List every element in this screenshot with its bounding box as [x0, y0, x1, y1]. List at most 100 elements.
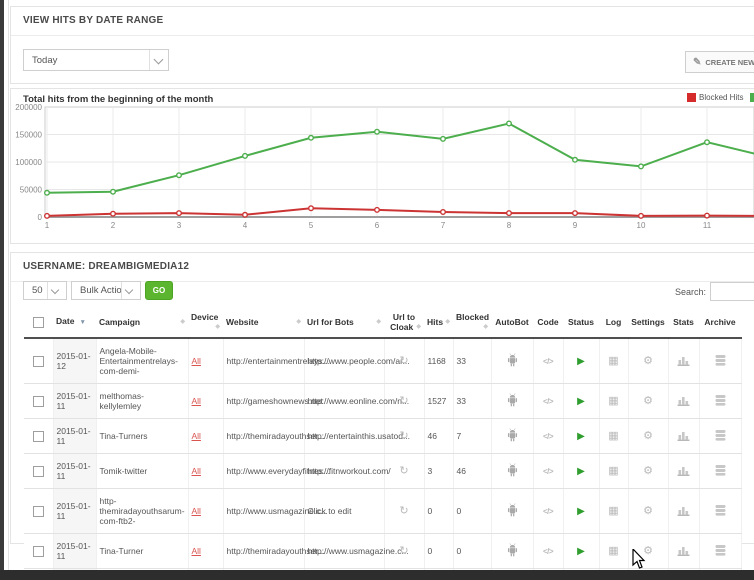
log-icon[interactable]: ▦: [608, 505, 618, 517]
status-play-icon[interactable]: ▶: [577, 506, 585, 517]
cloak-icon[interactable]: ↻: [399, 505, 408, 517]
legend-label: Blocked Hits: [699, 93, 743, 102]
stats-bars-icon[interactable]: [677, 464, 690, 476]
status-play-icon[interactable]: ▶: [577, 396, 585, 407]
column-header-date[interactable]: Date▼: [53, 307, 96, 338]
cloak-icon[interactable]: ↻: [399, 430, 408, 442]
svg-text:50000: 50000: [20, 186, 43, 195]
stats-bars-icon[interactable]: [677, 394, 690, 406]
search-label: Search:: [675, 287, 706, 297]
column-label-website: Website: [226, 317, 258, 327]
archive-stack-icon[interactable]: [714, 394, 727, 406]
settings-gear-icon[interactable]: ⚙: [643, 355, 653, 367]
code-icon[interactable]: </>: [543, 507, 553, 516]
row-checkbox[interactable]: [33, 431, 44, 442]
sort-icon: ◆: [215, 322, 220, 332]
stats-bars-icon[interactable]: [677, 354, 690, 366]
device-link[interactable]: All: [192, 356, 201, 366]
svg-text:1: 1: [45, 221, 50, 230]
column-header-cloak[interactable]: Url to Cloak◆: [384, 307, 424, 338]
table-header-row: Date▼Campaign◆Device◆Website◆Url for Bot…: [24, 307, 741, 338]
stats-bars-icon[interactable]: [677, 504, 690, 516]
row-url-for-bots[interactable]: Click to edit: [308, 506, 352, 516]
autobot-android-icon[interactable]: [506, 463, 519, 477]
code-icon[interactable]: </>: [543, 467, 553, 476]
archive-stack-icon[interactable]: [714, 429, 727, 441]
select-all-checkbox[interactable]: [33, 317, 44, 328]
status-play-icon[interactable]: ▶: [577, 546, 585, 557]
status-play-icon[interactable]: ▶: [577, 356, 585, 367]
code-icon[interactable]: </>: [543, 397, 553, 406]
go-button[interactable]: GO: [145, 281, 173, 300]
pencil-icon: ✎: [693, 57, 701, 68]
settings-gear-icon[interactable]: ⚙: [643, 395, 653, 407]
column-label-blocked: Blocked: [456, 312, 489, 322]
archive-stack-icon[interactable]: [714, 504, 727, 516]
chart-legend: Blocked HitsValid Hits: [687, 93, 754, 102]
log-icon[interactable]: ▦: [608, 430, 618, 442]
window-left-edge: [0, 0, 4, 580]
column-header-device[interactable]: Device◆: [188, 307, 223, 338]
cloak-icon[interactable]: ↻: [399, 395, 408, 407]
column-header-hits[interactable]: Hits◆: [424, 307, 453, 338]
device-link[interactable]: All: [192, 431, 201, 441]
archive-stack-icon[interactable]: [714, 464, 727, 476]
autobot-android-icon[interactable]: [506, 428, 519, 442]
column-header-stats: Stats: [668, 307, 699, 338]
row-url-for-bots: http://entertainthis.usatod...: [308, 431, 411, 441]
campaign-dashboard: VIEW HITS BY DATE RANGE Today ✎ CREATE N…: [0, 0, 754, 580]
cloak-icon[interactable]: ↻: [399, 355, 408, 367]
device-link[interactable]: All: [192, 506, 201, 516]
mouse-cursor: [632, 549, 647, 570]
log-icon[interactable]: ▦: [608, 395, 618, 407]
device-link[interactable]: All: [192, 396, 201, 406]
cloak-icon[interactable]: ↻: [399, 545, 408, 557]
search-input[interactable]: [710, 282, 754, 301]
bulk-actions-select[interactable]: Bulk Actions: [71, 281, 141, 300]
stats-bars-icon[interactable]: [677, 429, 690, 441]
column-label-stats: Stats: [673, 317, 694, 327]
create-new-campaign-button[interactable]: ✎ CREATE NEW CAMPAIGN: [685, 51, 754, 73]
code-icon[interactable]: </>: [543, 432, 553, 441]
date-range-panel: VIEW HITS BY DATE RANGE Today ✎ CREATE N…: [10, 6, 754, 84]
column-header-url_for_bots[interactable]: Url for Bots◆: [304, 307, 384, 338]
autobot-android-icon[interactable]: [506, 393, 519, 407]
status-play-icon[interactable]: ▶: [577, 466, 585, 477]
settings-gear-icon[interactable]: ⚙: [643, 430, 653, 442]
column-label-device: Device: [191, 312, 218, 322]
svg-text:100000: 100000: [15, 158, 42, 167]
log-icon[interactable]: ▦: [608, 545, 618, 557]
row-checkbox[interactable]: [33, 396, 44, 407]
status-play-icon[interactable]: ▶: [577, 431, 585, 442]
autobot-android-icon[interactable]: [506, 353, 519, 367]
archive-stack-icon[interactable]: [714, 544, 727, 556]
row-checkbox[interactable]: [33, 356, 44, 367]
sort-icon: ◆: [180, 317, 185, 327]
sort-icon: ◆: [376, 317, 381, 327]
column-header-campaign[interactable]: Campaign◆: [96, 307, 188, 338]
archive-stack-icon[interactable]: [714, 354, 727, 366]
row-checkbox[interactable]: [33, 506, 44, 517]
row-checkbox[interactable]: [33, 546, 44, 557]
code-icon[interactable]: </>: [543, 547, 553, 556]
device-link[interactable]: All: [192, 466, 201, 476]
svg-text:8: 8: [507, 221, 512, 230]
autobot-android-icon[interactable]: [506, 503, 519, 517]
column-header-blocked[interactable]: Blocked◆: [453, 307, 491, 338]
column-label-archive: Archive: [704, 317, 735, 327]
code-icon[interactable]: </>: [543, 357, 553, 366]
log-icon[interactable]: ▦: [608, 355, 618, 367]
page-size-select[interactable]: 50: [23, 281, 67, 300]
settings-gear-icon[interactable]: ⚙: [643, 505, 653, 517]
row-checkbox[interactable]: [33, 466, 44, 477]
device-link[interactable]: All: [192, 546, 201, 556]
log-icon[interactable]: ▦: [608, 465, 618, 477]
stats-bars-icon[interactable]: [677, 544, 690, 556]
column-label-status: Status: [568, 317, 594, 327]
column-header-website[interactable]: Website◆: [223, 307, 304, 338]
settings-gear-icon[interactable]: ⚙: [643, 465, 653, 477]
date-range-select[interactable]: Today: [23, 49, 169, 71]
cloak-icon[interactable]: ↻: [399, 465, 408, 477]
autobot-android-icon[interactable]: [506, 543, 519, 557]
row-campaign: melthomas-kellylemley: [100, 391, 144, 411]
